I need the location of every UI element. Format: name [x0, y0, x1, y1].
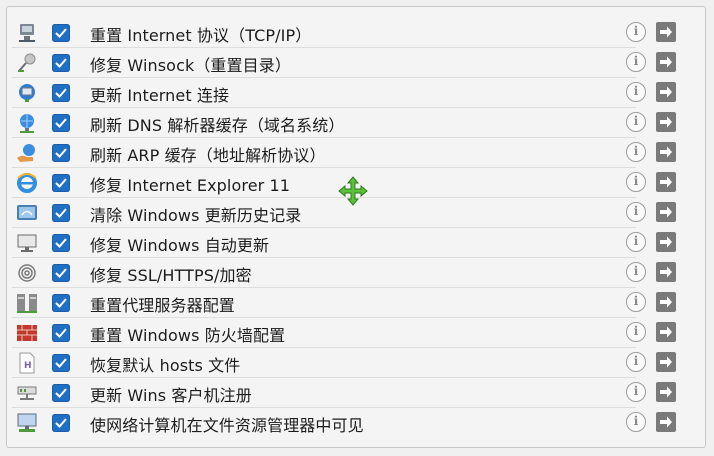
- run-arrow-icon[interactable]: [656, 232, 676, 252]
- run-arrow-icon[interactable]: [656, 292, 676, 312]
- item-label: 修复 Winsock（重置目录）: [90, 56, 291, 75]
- item-label: 清除 Windows 更新历史记录: [90, 206, 302, 225]
- info-icon[interactable]: i: [626, 52, 646, 72]
- socket-plug-icon: [16, 52, 38, 74]
- repair-item-dns-cache[interactable]: 刷新 DNS 解析器缓存（域名系统） i: [12, 108, 692, 138]
- info-icon[interactable]: i: [626, 22, 646, 42]
- item-label: 修复 Internet Explorer 11: [90, 176, 291, 195]
- item-checkbox[interactable]: [52, 84, 70, 102]
- item-checkbox[interactable]: [52, 144, 70, 162]
- fingerprint-icon: [16, 262, 38, 284]
- info-icon[interactable]: i: [626, 232, 646, 252]
- run-arrow-icon[interactable]: [656, 82, 676, 102]
- info-icon[interactable]: i: [626, 382, 646, 402]
- internet-explorer-icon: [16, 172, 38, 194]
- repair-item-proxy[interactable]: 重置代理服务器配置 i: [12, 288, 692, 318]
- run-arrow-icon[interactable]: [656, 412, 676, 432]
- run-arrow-icon[interactable]: [656, 322, 676, 342]
- item-checkbox[interactable]: [52, 24, 70, 42]
- item-checkbox[interactable]: [52, 414, 70, 432]
- item-checkbox[interactable]: [52, 294, 70, 312]
- repair-item-hosts[interactable]: H 恢复默认 hosts 文件 i: [12, 348, 692, 378]
- run-arrow-icon[interactable]: [656, 22, 676, 42]
- item-checkbox[interactable]: [52, 264, 70, 282]
- info-icon[interactable]: i: [626, 202, 646, 222]
- repair-item-winsock[interactable]: 修复 Winsock（重置目录） i: [12, 48, 692, 78]
- network-adapter-icon: [16, 22, 38, 44]
- run-arrow-icon[interactable]: [656, 262, 676, 282]
- run-arrow-icon[interactable]: [656, 172, 676, 192]
- network-computer-icon: [16, 412, 38, 434]
- item-label: 修复 Windows 自动更新: [90, 236, 270, 255]
- item-label: 重置 Windows 防火墙配置: [90, 326, 286, 345]
- item-label: 重置 Internet 协议（TCP/IP）: [90, 26, 312, 45]
- item-checkbox[interactable]: [52, 384, 70, 402]
- info-icon[interactable]: i: [626, 292, 646, 312]
- info-icon[interactable]: i: [626, 112, 646, 132]
- move-cursor-icon: [338, 176, 368, 210]
- repair-item-tcpip[interactable]: 重置 Internet 协议（TCP/IP） i: [12, 18, 692, 48]
- repair-item-network-discovery[interactable]: 使网络计算机在文件资源管理器中可见 i: [12, 408, 692, 438]
- repair-item-arp-cache[interactable]: 刷新 ARP 缓存（地址解析协议） i: [12, 138, 692, 168]
- run-arrow-icon[interactable]: [656, 202, 676, 222]
- monitor-icon: [16, 232, 38, 254]
- info-icon[interactable]: i: [626, 322, 646, 342]
- hosts-file-icon: H: [16, 352, 38, 374]
- item-label: 修复 SSL/HTTPS/加密: [90, 266, 252, 285]
- item-label: 重置代理服务器配置: [90, 296, 235, 315]
- item-label: 使网络计算机在文件资源管理器中可见: [90, 416, 364, 435]
- repair-item-ssl-https[interactable]: 修复 SSL/HTTPS/加密 i: [12, 258, 692, 288]
- item-checkbox[interactable]: [52, 234, 70, 252]
- windows-update-icon: [16, 202, 38, 224]
- item-label: 恢复默认 hosts 文件: [90, 356, 241, 375]
- wins-network-icon: [16, 382, 38, 404]
- run-arrow-icon[interactable]: [656, 142, 676, 162]
- info-icon[interactable]: i: [626, 172, 646, 192]
- globe-monitor-icon: [16, 82, 38, 104]
- item-checkbox[interactable]: [52, 114, 70, 132]
- item-label: 更新 Wins 客户机注册: [90, 386, 252, 405]
- svg-text:H: H: [24, 361, 32, 371]
- repair-item-auto-update[interactable]: 修复 Windows 自动更新 i: [12, 228, 692, 258]
- info-icon[interactable]: i: [626, 262, 646, 282]
- run-arrow-icon[interactable]: [656, 352, 676, 372]
- run-arrow-icon[interactable]: [656, 112, 676, 132]
- item-checkbox[interactable]: [52, 174, 70, 192]
- info-icon[interactable]: i: [626, 412, 646, 432]
- repair-item-internet-connection[interactable]: 更新 Internet 连接 i: [12, 78, 692, 108]
- item-checkbox[interactable]: [52, 324, 70, 342]
- info-icon[interactable]: i: [626, 352, 646, 372]
- info-icon[interactable]: i: [626, 142, 646, 162]
- item-checkbox[interactable]: [52, 354, 70, 372]
- globe-network-icon: [16, 112, 38, 134]
- run-arrow-icon[interactable]: [656, 52, 676, 72]
- run-arrow-icon[interactable]: [656, 382, 676, 402]
- item-label: 刷新 ARP 缓存（地址解析协议）: [90, 146, 326, 165]
- proxy-servers-icon: [16, 292, 38, 314]
- firewall-brick-icon: [16, 322, 38, 344]
- repair-item-wins[interactable]: 更新 Wins 客户机注册 i: [12, 378, 692, 408]
- item-label: 刷新 DNS 解析器缓存（域名系统）: [90, 116, 345, 135]
- repair-item-firewall[interactable]: 重置 Windows 防火墙配置 i: [12, 318, 692, 348]
- item-checkbox[interactable]: [52, 204, 70, 222]
- network-hand-icon: [16, 142, 38, 164]
- item-checkbox[interactable]: [52, 54, 70, 72]
- info-icon[interactable]: i: [626, 82, 646, 102]
- item-label: 更新 Internet 连接: [90, 86, 230, 105]
